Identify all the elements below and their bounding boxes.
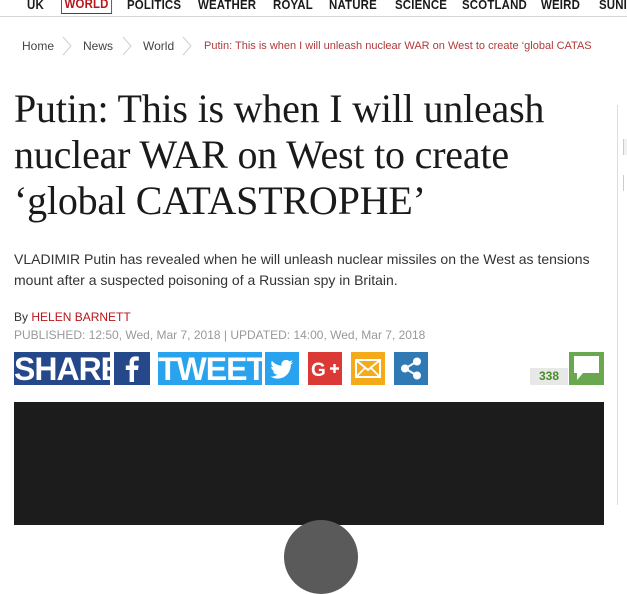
sidebar-fragment bbox=[623, 175, 627, 191]
twitter-icon bbox=[270, 359, 293, 379]
author-link[interactable]: HELEN BARNETT bbox=[31, 310, 130, 324]
video-player[interactable] bbox=[14, 402, 604, 594]
article-standfirst: VLADIMIR Putin has revealed when he will… bbox=[14, 251, 590, 288]
email-icon bbox=[355, 359, 381, 378]
nav-item-uk[interactable]: UK bbox=[27, 0, 44, 14]
breadcrumb-news[interactable]: News bbox=[83, 38, 113, 54]
breadcrumb-current: Putin: This is when I will unleash nucle… bbox=[204, 40, 592, 52]
publish-date: PUBLISHED: 12:50, Wed, Mar 7, 2018 | UPD… bbox=[14, 328, 426, 342]
twitter-share-button[interactable] bbox=[265, 352, 299, 385]
nav-item-nature[interactable]: NATURE bbox=[329, 0, 377, 14]
comments-button[interactable] bbox=[569, 352, 604, 385]
share-more-button[interactable] bbox=[394, 352, 428, 385]
share-icon bbox=[401, 357, 421, 380]
byline-prefix: By bbox=[14, 310, 29, 324]
facebook-icon bbox=[125, 356, 139, 382]
right-sidebar-edge bbox=[617, 105, 627, 505]
nav-item-royal[interactable]: ROYAL bbox=[273, 0, 313, 14]
nav-item-weird[interactable]: WEIRD bbox=[541, 0, 580, 14]
chevron-right-icon bbox=[62, 36, 72, 56]
chevron-right-icon bbox=[122, 36, 132, 56]
nav-item-scotland[interactable]: SCOTLAND bbox=[462, 0, 527, 14]
nav-item-politics[interactable]: POLITICS bbox=[127, 0, 181, 14]
breadcrumb-world[interactable]: World bbox=[143, 38, 174, 54]
byline: By HELEN BARNETT bbox=[14, 310, 131, 324]
svg-text:G: G bbox=[311, 360, 326, 381]
comment-count[interactable]: 338 bbox=[530, 368, 568, 385]
google-plus-share-button[interactable]: G bbox=[308, 352, 342, 385]
nav-item-weather[interactable]: WEATHER bbox=[198, 0, 256, 14]
nav-item-world[interactable]: WORLD bbox=[61, 0, 113, 14]
email-share-button[interactable] bbox=[351, 352, 385, 385]
breadcrumb-home[interactable]: Home bbox=[22, 38, 54, 54]
article-headline: Putin: This is when I will unleash nucle… bbox=[14, 86, 545, 223]
google-plus-icon: G bbox=[311, 360, 339, 381]
nav-item-sunday[interactable]: SUNI bbox=[599, 0, 627, 14]
nav-item-science[interactable]: SCIENCE bbox=[395, 0, 447, 14]
facebook-share-button[interactable] bbox=[114, 352, 150, 385]
tweet-label: TWEET bbox=[158, 351, 266, 387]
chevron-right-icon bbox=[182, 36, 192, 56]
play-button-icon[interactable] bbox=[284, 520, 358, 594]
top-nav: UK WORLD POLITICS WEATHER ROYAL NATURE S… bbox=[0, 0, 627, 17]
share-label: SHARE bbox=[14, 351, 122, 387]
sidebar-fragment bbox=[623, 139, 627, 155]
comment-icon bbox=[574, 356, 599, 380]
